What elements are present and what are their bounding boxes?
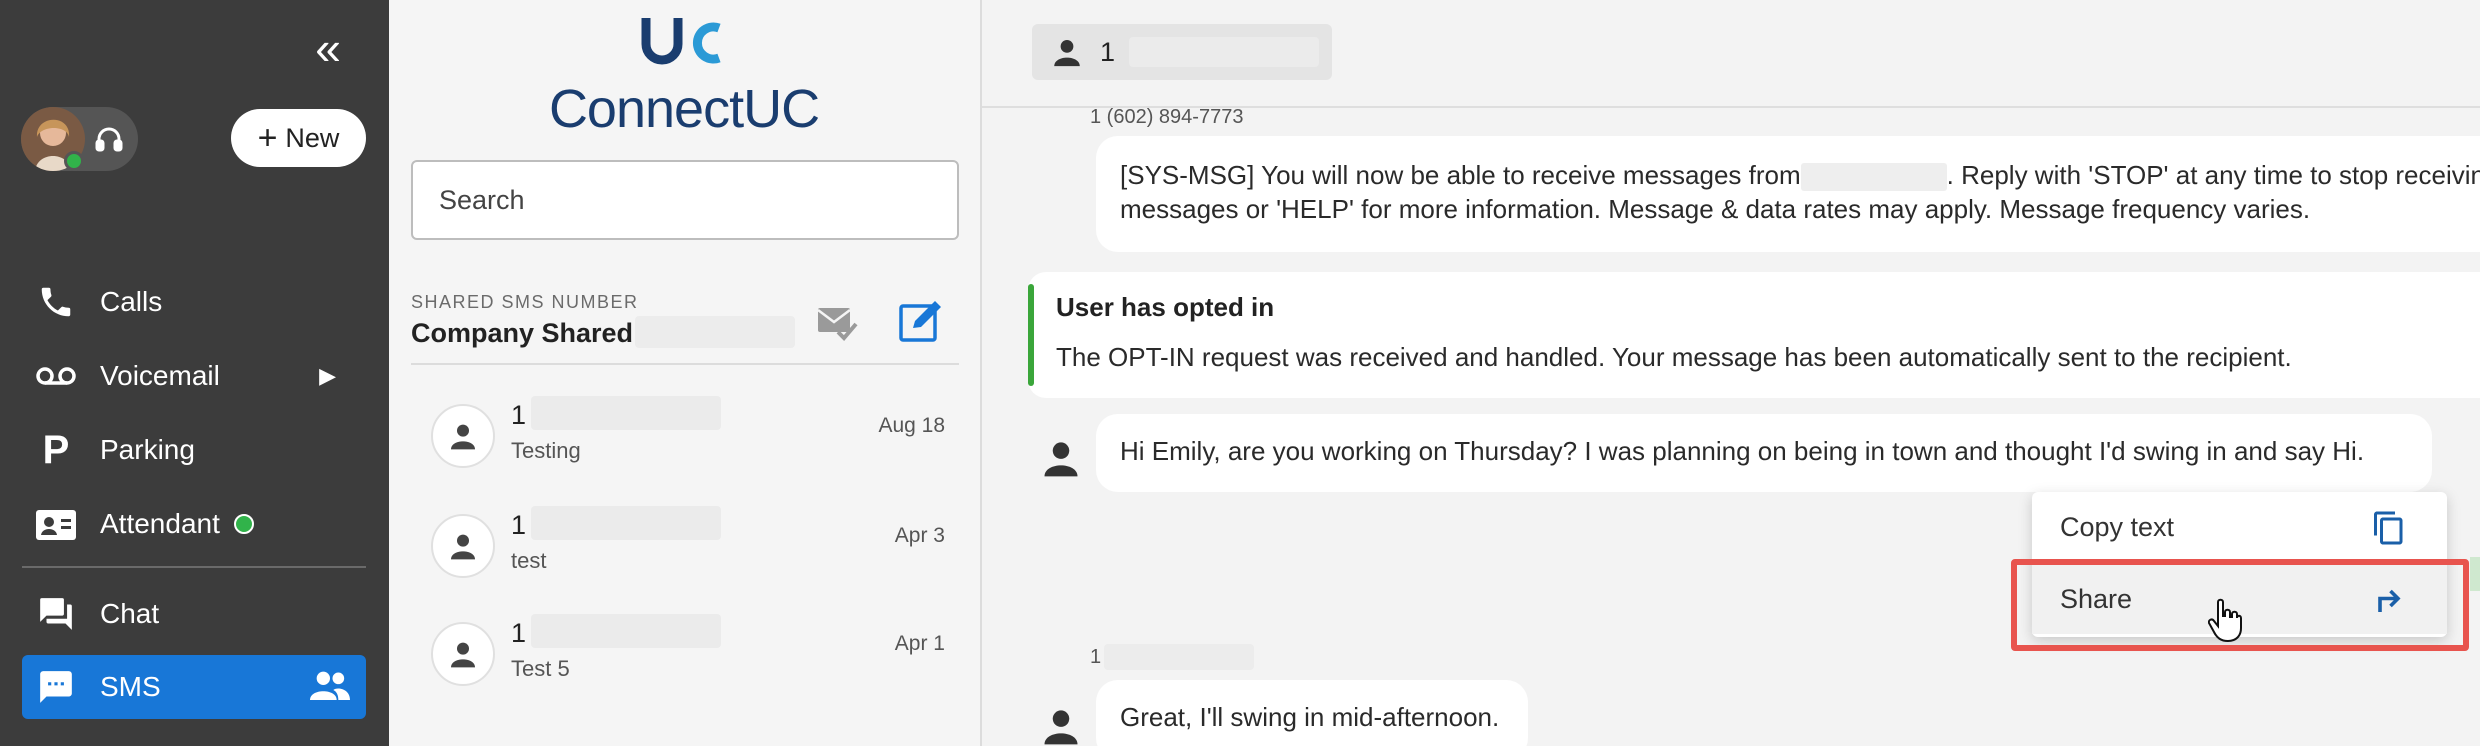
sidebar-item-label: SMS [100,671,161,702]
outgoing-bubble-edge [2470,557,2480,591]
message-bubble[interactable]: Great, I'll swing in mid-afternoon. [1096,680,1528,746]
list-divider [411,363,959,365]
conversation-name: 1 [511,510,527,540]
sidebar-item-label: Chat [100,598,160,629]
system-message-bubble[interactable]: [SYS-MSG] You will now be able to receiv… [1096,136,2480,252]
chat-icon [34,592,78,636]
redacted-company [1800,163,1947,192]
connectuc-logo: ConnectUC [539,14,829,139]
redacted-sender [1104,644,1254,670]
message-sender: 1 (602) 894-7773 [1090,106,1244,128]
conversation-date: Apr 1 [894,632,945,655]
chat-header: 1 [982,0,2480,108]
compose-icon[interactable] [895,296,945,346]
system-message-text: . Reply with 'STOP' at any time to stop … [1946,160,2480,190]
sidebar-item-parking[interactable]: P Parking [22,418,366,482]
shared-number-label: SHARED SMS NUMBER [411,292,639,312]
person-icon [431,622,495,686]
conversation-date: Apr 3 [894,524,945,547]
nav-divider [22,566,366,568]
sidebar-item-chat[interactable]: Chat [22,582,366,646]
system-message-line: messages or 'HELP' for more information.… [1120,194,2311,224]
copy-icon [2371,510,2407,546]
conversation-preview: Test 5 [511,656,570,681]
conversation-name: 1 [511,618,527,648]
redacted-name [531,506,721,540]
attendant-icon [34,502,78,546]
sidebar-item-attendant[interactable]: Attendant [22,492,366,556]
list-item[interactable]: 1 test Apr 3 [411,500,959,600]
optin-accent-bar [1028,284,1034,386]
sidebar-item-voicemail[interactable]: Voicemail ▶ [22,344,366,408]
conversation-preview: Testing [511,438,581,463]
presence-indicator [64,151,84,171]
system-message-text: [SYS-MSG] You will now be able to receiv… [1120,160,1801,190]
redacted-name [531,396,721,430]
sms-icon [34,665,78,709]
redacted-contact [1129,37,1320,67]
optin-notice: User has opted in The OPT-IN request was… [1028,272,2480,398]
sidebar-item-label: Voicemail [100,360,220,391]
new-button-label: New [285,122,340,153]
double-chevron-left-icon: « [315,22,341,74]
contact-chip[interactable]: 1 [1032,24,1332,80]
conversation-list-panel: ConnectUC SHARED SMS NUMBER Company Shar… [389,0,982,746]
parking-icon: P [42,428,70,472]
contact-number: 1 [1100,36,1116,67]
person-icon [1054,39,1080,67]
person-icon [1039,704,1083,746]
sidebar-item-sms[interactable]: SMS [22,655,366,719]
collapse-sidebar-button[interactable]: « [306,25,350,74]
sidebar-item-label: Parking [100,434,195,465]
conversation-preview: test [511,548,547,573]
copy-text-menu-item[interactable]: Copy text [2032,492,2447,562]
sidebar-item-calls[interactable]: Calls [22,270,366,334]
caret-right-icon[interactable]: ▶ [319,363,336,389]
logo-text: ConnectUC [548,79,820,139]
optin-title: User has opted in [1056,292,1275,322]
list-item[interactable]: 1 Testing Aug 18 [411,390,959,490]
conversation-date: Aug 18 [878,414,945,437]
message-bubble[interactable]: Hi Emily, are you working on Thursday? I… [1096,414,2432,492]
headset-icon[interactable] [93,123,125,155]
left-nav: « + New Calls Voicemail ▶ P Parking Atte… [0,0,389,746]
sidebar-item-label: Calls [100,286,163,317]
redacted-name [531,614,721,648]
mark-all-read-icon[interactable] [814,300,860,346]
system-message-line: [SYS-MSG] You will now be able to receiv… [1120,158,2480,192]
conversation-name: 1 [511,400,527,430]
group-icon[interactable] [310,670,350,705]
message-sender: 1 [1090,646,1102,668]
person-icon [1039,436,1083,480]
plus-icon: + [257,119,278,157]
attendant-status-dot [233,514,254,534]
shared-number-name[interactable]: Company Shared [411,318,633,349]
person-icon [431,514,495,578]
person-icon [431,404,495,468]
hand-cursor-icon [2207,598,2242,643]
optin-body: The OPT-IN request was received and hand… [1056,342,2292,372]
sidebar-item-label: Attendant [100,508,220,539]
phone-icon [34,280,78,324]
voicemail-icon [34,354,78,398]
menu-item-label: Copy text [2060,511,2175,542]
new-button[interactable]: + New [231,109,366,167]
redacted-number [635,316,795,348]
list-item[interactable]: 1 Test 5 Apr 1 [411,608,959,708]
search-input[interactable] [411,160,959,240]
